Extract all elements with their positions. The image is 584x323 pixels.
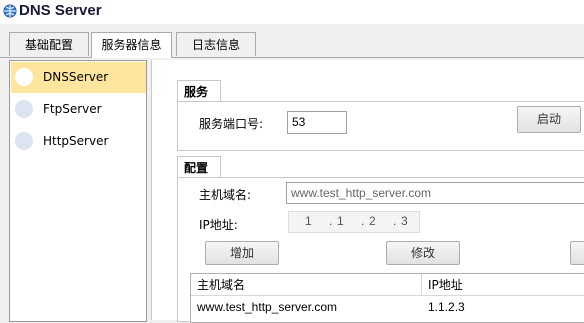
table-row[interactable]: www.test_http_server.com 1.1.2.3 xyxy=(191,296,584,318)
window-title: DNS Server xyxy=(19,2,102,19)
tab-divider xyxy=(0,57,584,58)
tab-basic-config[interactable]: 基础配置 xyxy=(9,32,89,56)
server-item-label: FtpServer xyxy=(43,102,102,116)
config-section-title: 配置 xyxy=(177,156,221,178)
network-globe-icon xyxy=(3,4,17,18)
server-item-label: DNSServer xyxy=(43,70,109,84)
host-table: 主机域名 IP地址 www.test_http_server.com 1.1.2… xyxy=(190,273,584,323)
tab-server-info[interactable]: 服务器信息 xyxy=(91,32,172,58)
service-panel: 服务端口号: 53 启动 xyxy=(177,101,584,151)
server-item-dns[interactable]: DNSServer xyxy=(11,62,146,93)
server-item-label: HttpServer xyxy=(43,134,109,148)
delete-button[interactable] xyxy=(570,241,584,265)
modify-button[interactable]: 修改 xyxy=(386,241,460,265)
circle-icon xyxy=(15,132,33,150)
host-input[interactable]: www.test_http_server.com xyxy=(286,182,584,204)
ip-octet-2: 1 xyxy=(337,214,344,228)
ip-label: IP地址: xyxy=(199,218,238,232)
host-label: 主机域名: xyxy=(199,188,252,202)
ip-octet-3: 2 xyxy=(369,214,376,228)
circle-icon xyxy=(15,68,33,86)
port-label: 服务端口号: xyxy=(199,117,264,131)
column-header-host: 主机域名 xyxy=(191,274,422,296)
config-panel: 主机域名: www.test_http_server.com IP地址: 1 .… xyxy=(177,177,584,323)
port-input[interactable]: 53 xyxy=(287,111,347,134)
server-item-ftp[interactable]: FtpServer xyxy=(11,94,146,125)
start-button[interactable]: 启动 xyxy=(517,106,581,133)
circle-icon xyxy=(15,100,33,118)
server-list: DNSServer FtpServer HttpServer xyxy=(9,60,147,322)
column-header-ip: IP地址 xyxy=(422,274,584,296)
tab-strip: 基础配置 服务器信息 日志信息 xyxy=(0,32,584,58)
server-item-http[interactable]: HttpServer xyxy=(11,126,146,157)
add-button[interactable]: 增加 xyxy=(205,241,279,265)
cell-ip: 1.1.2.3 xyxy=(428,300,465,314)
title-bar: DNS Server xyxy=(0,0,584,24)
cell-host: www.test_http_server.com xyxy=(197,300,338,314)
service-section-title: 服务 xyxy=(177,80,221,102)
ip-octet-1: 1 xyxy=(305,214,312,228)
main-panel: 服务 服务端口号: 53 启动 配置 主机域名: www.test_http_s… xyxy=(151,60,584,323)
ip-address-input[interactable]: 1 . 1 . 2 . 3 xyxy=(288,211,420,233)
tab-log-info[interactable]: 日志信息 xyxy=(176,32,256,56)
ip-octet-4: 3 xyxy=(401,214,408,228)
